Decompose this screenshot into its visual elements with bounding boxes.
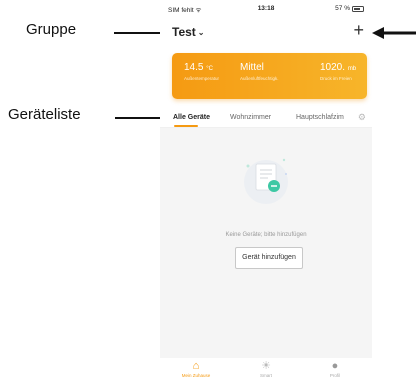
weather-item-temperature: 14.5 °C Außentemperatur <box>184 62 219 81</box>
status-bar: SIM fehlt ᯤ 13:18 57 % <box>160 5 372 17</box>
group-name: Test <box>172 25 196 39</box>
add-button[interactable]: + <box>353 20 364 40</box>
pressure-unit: mb <box>347 66 357 72</box>
home-icon: ⌂ <box>192 360 200 372</box>
weather-item-pressure: 1020. mb Druck im Freien <box>320 62 356 81</box>
add-device-button[interactable]: Gerät hinzufügen <box>235 247 303 269</box>
empty-document-icon <box>244 158 288 204</box>
app-header: Test ⌄ + <box>160 20 372 42</box>
pressure-label: Druck im Freien <box>320 76 352 81</box>
humidity-value: Mittel <box>240 62 264 73</box>
nav-home-label: Mein Zuhause <box>181 373 211 378</box>
humidity-label: Außenluftfeuchtigk. <box>240 76 279 81</box>
weather-card: 14.5 °C Außentemperatur Mittel Außenluft… <box>172 53 367 99</box>
temperature-value: 14.5 <box>184 62 204 73</box>
battery-icon <box>352 5 364 12</box>
group-selector[interactable]: Test ⌄ <box>172 25 205 39</box>
annotation-device-list-label: Geräteliste <box>8 106 81 123</box>
battery-percent: 57 % <box>335 5 350 12</box>
gear-icon[interactable]: ⚙ <box>358 112 366 123</box>
nav-home[interactable]: ⌂ Mein Zuhause <box>176 360 216 378</box>
nav-smart-label: Smart <box>259 373 272 378</box>
tab-master-bedroom[interactable]: Hauptschlafzim <box>296 114 344 121</box>
profile-icon: ● <box>331 360 339 372</box>
sun-icon: ☀ <box>261 360 271 372</box>
empty-message: Keine Geräte; bitte hinzufügen <box>225 232 307 238</box>
weather-item-humidity: Mittel Außenluftfeuchtigk. <box>240 62 279 81</box>
phone-screen: SIM fehlt ᯤ 13:18 57 % Test ⌄ + 14.5 °C … <box>160 0 372 382</box>
nav-smart[interactable]: ☀ Smart <box>246 360 286 378</box>
temperature-unit: °C <box>206 66 213 72</box>
annotation-group-label: Gruppe <box>26 21 77 38</box>
bottom-navigation: ⌂ Mein Zuhause ☀ Smart ● Profil <box>160 358 372 382</box>
nav-profile-label: Profil <box>329 373 341 378</box>
active-tab-indicator <box>174 125 198 127</box>
room-tabs: Alle Geräte Wohnzimmer Hauptschlafzim ⚙ <box>160 110 372 128</box>
annotation-plus-arrow <box>372 27 416 39</box>
tab-all-devices[interactable]: Alle Geräte <box>173 114 210 121</box>
nav-profile[interactable]: ● Profil <box>315 360 355 378</box>
battery-indicator: 57 % <box>335 5 364 12</box>
device-list-area: Keine Geräte; bitte hinzufügen Gerät hin… <box>160 128 372 358</box>
tab-living-room[interactable]: Wohnzimmer <box>230 114 271 121</box>
chevron-down-icon: ⌄ <box>197 27 205 37</box>
pressure-value: 1020. <box>320 62 346 73</box>
temperature-label: Außentemperatur <box>184 76 220 81</box>
screenshot: Gruppe Geräteliste SIM fehlt ᯤ 13:18 57 … <box>0 0 416 382</box>
